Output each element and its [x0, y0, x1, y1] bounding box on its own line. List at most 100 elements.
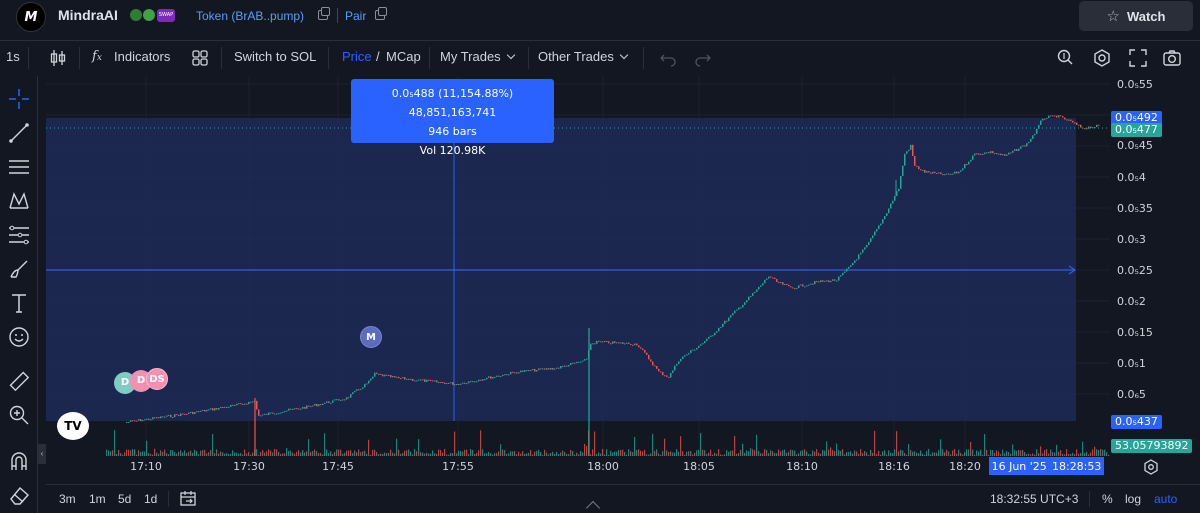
quick-search-icon[interactable] [1055, 48, 1075, 68]
candle [600, 341, 602, 343]
toolbar-divider [28, 47, 29, 69]
mcap-toggle[interactable]: MCap [386, 49, 421, 64]
candle [812, 283, 814, 285]
candle [716, 331, 718, 333]
brush-icon[interactable] [6, 256, 32, 282]
candle [904, 153, 906, 166]
volume-bar [676, 449, 678, 456]
candle [378, 373, 380, 375]
copy-token-icon[interactable] [318, 7, 330, 20]
candle [988, 152, 990, 154]
candle [848, 266, 850, 269]
emoji-icon[interactable] [6, 324, 32, 350]
ruler-icon[interactable] [6, 368, 32, 394]
fullscreen-icon[interactable] [1128, 48, 1148, 68]
chart-canvas[interactable] [46, 76, 1110, 456]
range-1d[interactable]: 1d [144, 492, 157, 506]
volume-bar [216, 449, 218, 456]
trendline-icon[interactable] [6, 120, 32, 146]
app-logo[interactable]: M [16, 2, 46, 32]
log-toggle[interactable]: log [1125, 492, 1141, 506]
candle [1046, 117, 1048, 119]
go-to-date-icon[interactable] [179, 490, 197, 508]
candle [290, 408, 292, 410]
pattern-icon[interactable] [6, 188, 32, 214]
tradingview-logo-icon[interactable]: 𝗧𝗩 [57, 412, 89, 440]
pair-link[interactable]: Pair [345, 9, 366, 23]
range-3m[interactable]: 3m [59, 492, 76, 506]
trade-marker-ds[interactable]: DS [146, 368, 168, 390]
candle [938, 172, 940, 174]
candle [664, 375, 666, 377]
candle [482, 379, 484, 381]
range-5d[interactable]: 5d [118, 492, 131, 506]
time-tick: 17:30 [233, 460, 265, 473]
fib-icon[interactable] [6, 222, 32, 248]
eraser-icon[interactable] [6, 482, 32, 508]
candle [750, 295, 752, 297]
candle [564, 365, 566, 367]
cross-icon[interactable] [6, 86, 32, 112]
clock-timezone[interactable]: 18:32:55 UTC+3 [990, 492, 1078, 506]
horizontal-lines-icon[interactable] [6, 154, 32, 180]
settings-icon[interactable] [1092, 48, 1112, 68]
token-link[interactable]: Token (BrAB..pump) [196, 9, 304, 23]
volume-bar [414, 449, 416, 456]
text-icon[interactable] [6, 290, 32, 316]
candle [1020, 146, 1022, 149]
candle [1060, 115, 1062, 117]
magnet-icon[interactable] [6, 448, 32, 474]
volume-bar [860, 449, 862, 456]
price-tick: 0.0₅4 [1117, 171, 1146, 184]
collapse-sidebar-icon[interactable]: ‹ [38, 444, 46, 464]
candle [280, 412, 282, 414]
candle [1058, 115, 1060, 118]
price-toggle[interactable]: Price [342, 49, 372, 64]
price-axis[interactable]: 0.0₅55 0.0₅45 0.0₅4 0.0₅35 0.0₅3 0.0₅25 … [1110, 76, 1200, 456]
watch-button[interactable]: ☆ Watch [1079, 1, 1193, 31]
axis-settings-icon[interactable] [1143, 459, 1159, 475]
volume-bar [1082, 441, 1084, 456]
candle [740, 307, 742, 309]
candle [562, 365, 564, 367]
copy-pair-icon[interactable] [375, 7, 387, 20]
my-trades-dropdown[interactable]: My Trades [440, 49, 515, 64]
candle [550, 368, 552, 370]
interval-button[interactable]: 1s [6, 49, 20, 64]
candles-icon[interactable] [48, 48, 68, 68]
other-trades-dropdown[interactable]: Other Trades [538, 49, 629, 64]
redo-icon[interactable] [693, 48, 713, 68]
candle [230, 404, 232, 407]
candle [554, 368, 556, 370]
candle [502, 374, 504, 377]
candle [300, 408, 302, 410]
chart-toolbar: 1s fx Indicators Switch to SOL Price / M… [0, 40, 1200, 74]
candle [880, 223, 882, 226]
switch-to-sol-button[interactable]: Switch to SOL [234, 49, 316, 64]
time-axis[interactable]: 17:10 17:30 17:45 17:55 18:00 18:05 18:1… [46, 456, 1110, 478]
candle [698, 345, 700, 348]
indicators-button[interactable]: Indicators [114, 49, 170, 64]
candle [994, 153, 996, 155]
candle [876, 229, 878, 232]
candle [872, 235, 874, 239]
volume-bar [274, 448, 276, 456]
zoom-in-icon[interactable] [6, 402, 32, 428]
price-chart[interactable]: M D D DS 𝗧𝗩 [46, 76, 1110, 456]
auto-toggle[interactable]: auto [1154, 492, 1177, 506]
candle [370, 378, 372, 381]
candle [608, 341, 610, 344]
swap-badge-icon: SWAP [157, 9, 175, 22]
price-tick: 0.0₅15 [1117, 326, 1153, 339]
candle [524, 370, 526, 372]
candle [912, 144, 914, 156]
undo-icon[interactable] [658, 48, 678, 68]
layouts-icon[interactable] [190, 48, 210, 68]
percent-toggle[interactable]: % [1102, 492, 1113, 506]
volume-bar [602, 449, 604, 456]
watch-label: Watch [1126, 8, 1166, 24]
price-tick: 0.0₅25 [1117, 264, 1153, 277]
camera-icon[interactable] [1162, 48, 1182, 68]
range-1m[interactable]: 1m [89, 492, 106, 506]
trade-marker-m[interactable]: M [360, 326, 382, 348]
